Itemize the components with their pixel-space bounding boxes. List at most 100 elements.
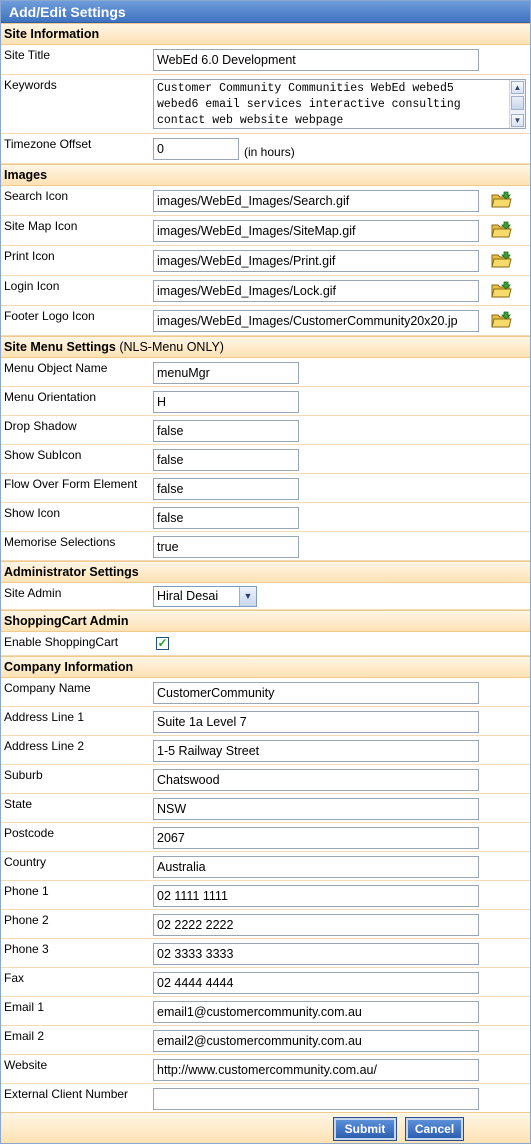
section-shoppingcart: ShoppingCart Admin [1,610,530,632]
menu-label: Drop Shadow [4,419,77,433]
company-input[interactable]: 1-5 Railway Street [153,740,479,762]
row-site-admin: Site Admin Hiral Desai ▼ [1,583,530,610]
company-input[interactable]: 02 1111 1111 [153,885,479,907]
company-label: Country [4,855,47,869]
menu-label: Menu Object Name [4,361,108,375]
images-row: Footer Logo Icon images/WebEd_Images/Cust… [1,306,530,336]
images-label: Login Icon [4,279,60,293]
company-row: Suburb Chatswood [1,765,530,794]
images-input[interactable]: images/WebEd_Images/Search.gif [153,190,479,212]
company-input[interactable]: email2@customercommunity.com.au [153,1030,479,1052]
company-input[interactable]: CustomerCommunity [153,682,479,704]
images-input[interactable]: images/WebEd_Images/Lock.gif [153,280,479,302]
settings-panel: Add/Edit Settings Site Information Site … [0,0,531,1144]
menu-input[interactable]: false [153,507,299,529]
company-label: Website [4,1058,48,1072]
site-admin-select[interactable]: Hiral Desai ▼ [153,586,257,607]
button-bar: Submit Cancel [1,1112,530,1143]
images-input[interactable]: images/WebEd_Images/SiteMap.gif [153,220,479,242]
section-site-menu: Site Menu Settings (NLS-Menu ONLY) [1,336,530,358]
section-images: Images [1,164,530,186]
company-label: State [4,797,33,811]
company-label: Postcode [4,826,55,840]
scroll-down-icon[interactable]: ▼ [511,114,524,127]
scroll-up-icon[interactable]: ▲ [511,81,524,94]
submit-button[interactable]: Submit [333,1117,397,1141]
company-input[interactable]: 2067 [153,827,479,849]
row-timezone: Timezone Offset 0 (in hours) [1,134,530,164]
menu-row: Flow Over Form Element false [1,474,530,503]
menu-label: Memorise Selections [4,535,116,549]
section-administrator: Administrator Settings [1,561,530,583]
chevron-down-icon[interactable]: ▼ [239,587,256,606]
images-input[interactable]: images/WebEd_Images/Print.gif [153,250,479,272]
images-row: Site Map Icon images/WebEd_Images/SiteMap… [1,216,530,246]
company-row: Address Line 1 Suite 1a Level 7 [1,707,530,736]
company-label: External Client Number [4,1087,129,1101]
company-row: State NSW [1,794,530,823]
menu-input[interactable]: false [153,420,299,442]
keywords-scrollbar[interactable]: ▲ ▼ [509,80,525,128]
site-admin-value: Hiral Desai [157,589,219,603]
company-input[interactable]: 02 2222 2222 [153,914,479,936]
company-input[interactable] [153,1088,479,1110]
company-input[interactable]: 02 3333 3333 [153,943,479,965]
company-input[interactable]: Chatswood [153,769,479,791]
section-company: Company Information [1,656,530,678]
browse-folder-icon[interactable] [491,221,513,239]
company-row: Email 1 email1@customercommunity.com.au [1,997,530,1026]
company-row: Fax 02 4444 4444 [1,968,530,997]
menu-label: Flow Over Form Element [4,477,138,491]
company-label: Suburb [4,768,43,782]
menu-label: Menu Orientation [4,390,97,404]
company-input[interactable]: email1@customercommunity.com.au [153,1001,479,1023]
browse-folder-icon[interactable] [491,251,513,269]
menu-row: Drop Shadow false [1,416,530,445]
company-row: Website http://www.customercommunity.com.… [1,1055,530,1084]
enable-cart-label: Enable ShoppingCart [4,635,119,649]
images-label: Print Icon [4,249,55,263]
browse-folder-icon[interactable] [491,191,513,209]
timezone-input[interactable]: 0 [153,138,239,160]
keywords-label: Keywords [4,78,57,92]
site-admin-label: Site Admin [4,586,62,600]
company-row: Address Line 2 1-5 Railway Street [1,736,530,765]
company-input[interactable]: Australia [153,856,479,878]
menu-input[interactable]: false [153,449,299,471]
company-label: Phone 3 [4,942,49,956]
company-row: Email 2 email2@customercommunity.com.au [1,1026,530,1055]
company-label: Phone 1 [4,884,49,898]
company-input[interactable]: 02 4444 4444 [153,972,479,994]
images-label: Footer Logo Icon [4,309,95,323]
menu-input[interactable]: true [153,536,299,558]
cancel-button[interactable]: Cancel [405,1117,464,1141]
site-title-input[interactable]: WebEd 6.0 Development [153,49,479,71]
menu-input[interactable]: H [153,391,299,413]
company-input[interactable]: http://www.customercommunity.com.au/ [153,1059,479,1081]
panel-title: Add/Edit Settings [1,1,530,23]
company-label: Email 1 [4,1000,45,1014]
menu-row: Show SubIcon false [1,445,530,474]
company-label: Fax [4,971,25,985]
company-row: Phone 3 02 3333 3333 [1,939,530,968]
enable-cart-checkbox[interactable]: ✓ [156,637,169,650]
company-row: External Client Number [1,1084,530,1113]
images-input[interactable]: images/WebEd_Images/CustomerCommunity20x… [153,310,479,332]
company-input[interactable]: Suite 1a Level 7 [153,711,479,733]
menu-row: Show Icon false [1,503,530,532]
keywords-textarea[interactable]: Customer Community Communities WebEd web… [153,79,526,129]
scroll-thumb[interactable] [511,96,524,110]
menu-input[interactable]: menuMgr [153,362,299,384]
timezone-unit: (in hours) [244,145,295,159]
images-row: Search Icon images/WebEd_Images/Search.gi… [1,186,530,216]
company-label: Company Name [4,681,91,695]
menu-input[interactable]: false [153,478,299,500]
company-input[interactable]: NSW [153,798,479,820]
menu-label: Show Icon [4,506,61,520]
row-site-title: Site Title WebEd 6.0 Development [1,45,530,75]
browse-folder-icon[interactable] [491,311,513,329]
browse-folder-icon[interactable] [491,281,513,299]
company-label: Phone 2 [4,913,49,927]
company-label: Address Line 1 [4,710,85,724]
keywords-text: Customer Community Communities WebEd web… [157,82,461,127]
